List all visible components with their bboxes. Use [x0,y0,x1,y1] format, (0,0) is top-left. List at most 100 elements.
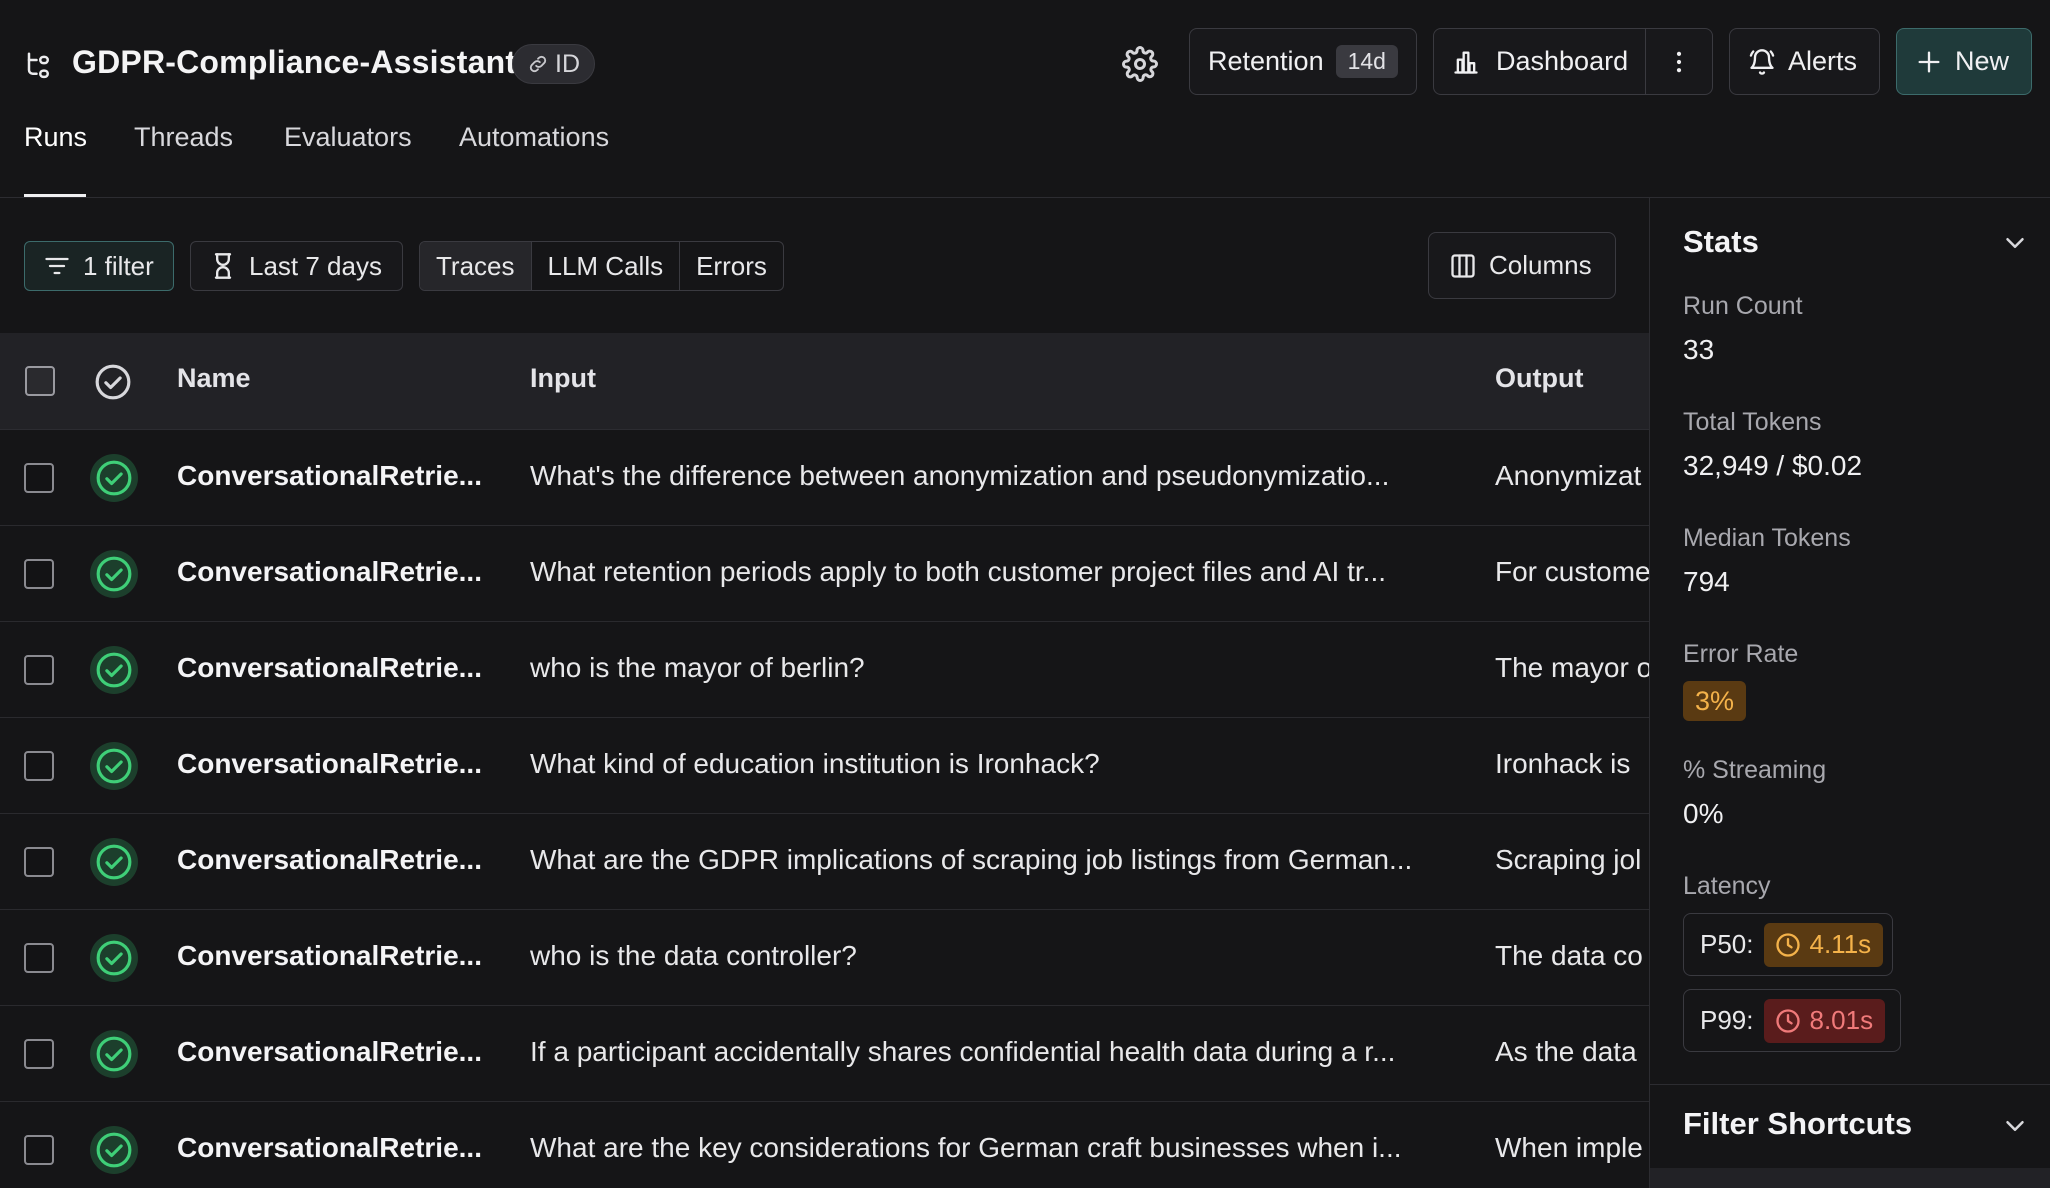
project-title: GDPR-Compliance-Assistant [72,44,517,80]
select-all-checkbox[interactable] [25,366,55,396]
run-count-label: Run Count [1683,292,1803,320]
table-row[interactable]: ConversationalRetrie... What retention pe… [0,526,1650,622]
link-icon [527,53,549,75]
plus-icon [1915,48,1943,76]
streaming-label: % Streaming [1683,756,1827,784]
status-success-icon [90,742,138,790]
stats-title: Stats [1683,224,1759,259]
row-checkbox[interactable] [24,655,54,685]
bell-icon [1748,48,1776,76]
segment-errors[interactable]: Errors [680,242,783,290]
bar-chart-icon [1452,48,1480,76]
run-output: The data co [1495,940,1643,971]
copy-id-chip[interactable]: ID [512,44,595,84]
p50-pill: 4.11s [1763,922,1884,967]
segment-llm-calls[interactable]: LLM Calls [532,242,681,290]
status-success-icon [90,838,138,886]
filter-label: 1 filter [83,250,154,281]
run-name[interactable]: ConversationalRetrie... [177,460,517,492]
column-header-name[interactable]: Name [177,363,251,394]
new-label: New [1955,46,2010,76]
latency-label: Latency [1683,872,1771,900]
table-row[interactable]: ConversationalRetrie... If a participant … [0,1006,1649,1102]
table-row[interactable]: ConversationalRetrie... What are the key … [0,1102,1649,1188]
runs-table: Name Input Output ConversationalRetrie..… [0,333,1650,1188]
columns-icon [1449,252,1477,280]
filter-lines-icon [43,252,71,280]
tab-threads[interactable]: Threads [134,120,233,198]
chevron-down-icon[interactable] [2000,228,2030,258]
run-name[interactable]: ConversationalRetrie... [177,652,517,684]
median-tokens-label: Median Tokens [1683,524,1851,552]
retention-button[interactable]: Retention 14d [1189,28,1417,95]
p99-pill: 8.01s [1763,998,1886,1043]
alerts-button[interactable]: Alerts [1729,28,1880,95]
table-row[interactable]: ConversationalRetrie... What's the differ… [0,430,1649,526]
retention-label: Retention [1208,46,1324,76]
row-checkbox[interactable] [24,1039,54,1069]
status-success-icon [90,550,138,598]
run-input: What are the GDPR implications of scrapi… [530,844,1413,875]
settings-gear-icon[interactable] [1122,46,1158,82]
table-row[interactable]: ConversationalRetrie... who is the mayor … [0,622,1650,718]
row-checkbox[interactable] [24,847,54,877]
tab-evaluators[interactable]: Evaluators [284,120,412,198]
p50-value: 4.11s [1809,929,1872,959]
row-checkbox[interactable] [24,463,54,493]
row-checkbox[interactable] [24,559,54,589]
table-row[interactable]: ConversationalRetrie... What kind of educ… [0,718,1649,814]
chevron-down-icon[interactable] [2000,1111,2030,1141]
dashboard-button[interactable]: Dashboard [1434,29,1647,94]
error-rate-label: Error Rate [1683,640,1799,668]
latency-p99: P99: 8.01s [1683,989,1901,1052]
run-type-segmented-control: Traces LLM Calls Errors [419,241,784,291]
run-input: What kind of education institution is Ir… [530,748,1100,779]
column-header-output[interactable]: Output [1495,363,1583,394]
stats-panel: Stats Run Count 33 Total Tokens 32,949 /… [1649,198,2050,1188]
run-input: What are the key considerations for Germ… [530,1132,1402,1163]
time-range-button[interactable]: Last 7 days [190,241,403,291]
run-input: What retention periods apply to both cus… [530,556,1387,587]
run-name[interactable]: ConversationalRetrie... [177,748,517,780]
new-button[interactable]: New [1896,28,2032,95]
run-input: who is the data controller? [530,940,857,971]
project-tree-icon [24,50,54,80]
status-success-icon [90,1030,138,1078]
run-name[interactable]: ConversationalRetrie... [177,1132,517,1164]
more-options-button[interactable] [1646,29,1712,94]
median-tokens-value: 794 [1683,566,1730,597]
run-name[interactable]: ConversationalRetrie... [177,1036,517,1068]
error-rate-badge: 3% [1683,681,1747,721]
table-row[interactable]: ConversationalRetrie... What are the GDPR… [0,814,1649,910]
status-success-icon [90,454,138,502]
run-name[interactable]: ConversationalRetrie... [177,556,517,588]
latency-p50: P50: 4.11s [1683,913,1893,976]
filter-button[interactable]: 1 filter [24,241,174,291]
filter-shortcuts-title: Filter Shortcuts [1683,1106,1913,1141]
more-vertical-icon [1665,48,1693,76]
run-name[interactable]: ConversationalRetrie... [177,844,517,876]
columns-button[interactable]: Columns [1428,232,1616,299]
table-row[interactable]: ConversationalRetrie... who is the data c… [0,910,1649,1006]
total-tokens-label: Total Tokens [1683,408,1822,436]
columns-label: Columns [1489,250,1592,280]
filter-shortcuts-body [1650,1168,2050,1188]
project-tabs: Runs Threads Evaluators Automations [0,120,1650,198]
p50-label: P50: [1700,929,1754,959]
hourglass-icon [209,252,237,280]
tab-automations[interactable]: Automations [459,120,609,198]
status-check-icon [94,363,132,401]
run-output: For custome [1495,556,1650,587]
row-checkbox[interactable] [24,943,54,973]
clock-icon [1774,1007,1802,1035]
column-header-input[interactable]: Input [530,363,596,394]
segment-traces[interactable]: Traces [420,242,532,290]
p99-value: 8.01s [1809,1005,1874,1035]
run-name[interactable]: ConversationalRetrie... [177,940,517,972]
tab-runs[interactable]: Runs [24,120,87,198]
run-output: Anonymizat [1495,460,1642,491]
row-checkbox[interactable] [24,1135,54,1165]
row-checkbox[interactable] [24,751,54,781]
run-output: As the data [1495,1036,1637,1067]
run-output: Scraping jol [1495,844,1642,875]
